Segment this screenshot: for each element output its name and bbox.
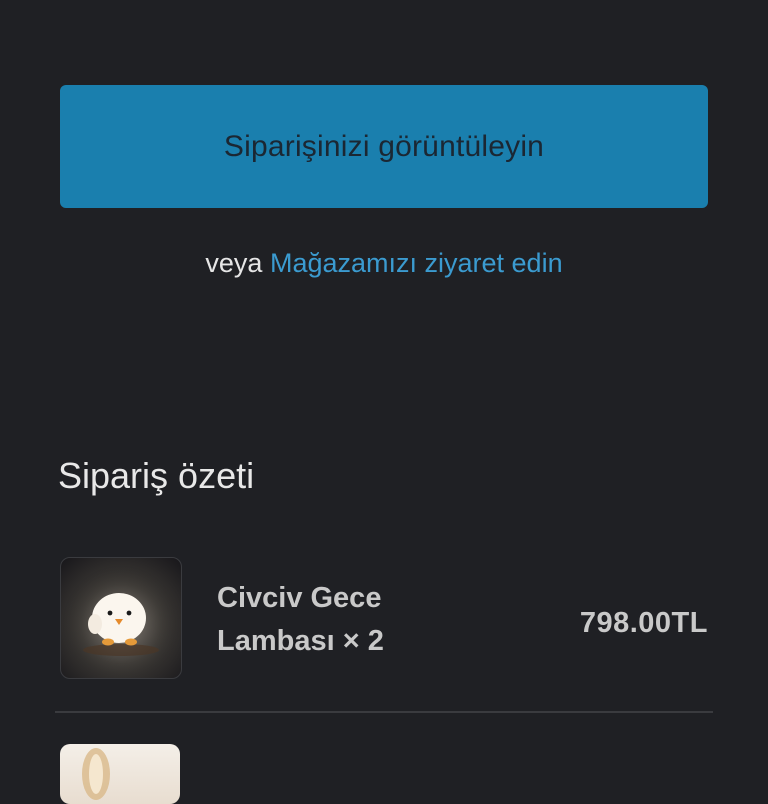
view-order-button-label: Siparişinizi görüntüleyin (223, 129, 545, 163)
item-divider (55, 711, 713, 713)
order-summary-title: Sipariş özeti (58, 455, 255, 496)
product-image (60, 744, 180, 804)
order-item-row: Civciv Gece Lambası × 2 798.00TL (60, 557, 708, 681)
chick-lamp-icon (61, 558, 181, 678)
chick-night-lamp-image (60, 557, 182, 679)
item-price: 798.00TL (579, 607, 708, 639)
view-order-button[interactable]: Siparişinizi görüntüleyin (60, 85, 708, 208)
product-thumbnail-icon (82, 748, 110, 800)
or-visit-store-line: veya Mağazamızı ziyaret edin (0, 248, 768, 279)
or-text: veya (205, 248, 263, 278)
item-name: Civciv Gece Lambası × 2 (217, 582, 384, 657)
visit-store-link[interactable]: Mağazamızı ziyaret edin (270, 248, 563, 278)
